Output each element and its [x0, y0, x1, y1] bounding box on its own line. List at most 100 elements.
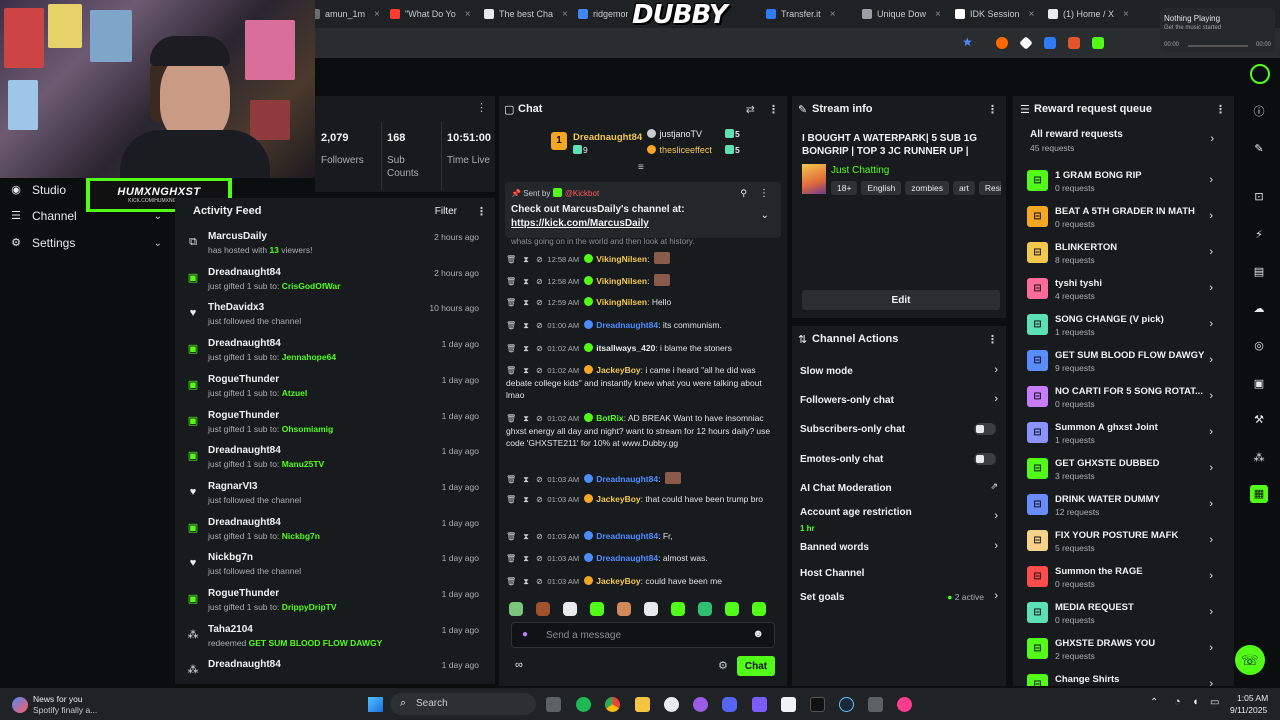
pencil-icon[interactable]: ✎	[1250, 140, 1268, 158]
chat-username[interactable]: VikingNilsen	[596, 254, 647, 264]
delete-message-icon[interactable]: 🗑	[506, 298, 516, 307]
extension-icon[interactable]	[1044, 37, 1056, 49]
emote-icon[interactable]	[536, 602, 550, 616]
chat-popout-icon[interactable]: ⇄	[746, 103, 755, 116]
delete-message-icon[interactable]: 🗑	[506, 255, 516, 264]
delete-message-icon[interactable]: 🗑	[506, 277, 516, 286]
tray-chevron-icon[interactable]: ⌃	[1150, 697, 1158, 708]
chat-message[interactable]: 🗑 ⧗ ⊘ 01:02 AM JackeyBoy: i came i heard…	[506, 364, 776, 401]
activity-feed-item[interactable]: ▣ RogueThunder just gifted 1 sub to: Dri…	[175, 585, 487, 621]
activity-username[interactable]: Taha2104	[208, 624, 253, 635]
close-tab-icon[interactable]: ×	[1029, 9, 1035, 20]
timeout-icon[interactable]: ⧗	[523, 255, 529, 264]
music-widget[interactable]: Nothing Playing Get the music started 00…	[1160, 8, 1275, 52]
browser-tab[interactable]: ridgemont×	[578, 4, 628, 24]
activity-feed-item[interactable]: ♥ TheDavidx3 just followed the channel 1…	[175, 299, 487, 335]
reward-item[interactable]: ⊟ GET SUM BLOOD FLOW DAWGY 9 requests ›	[1013, 345, 1233, 381]
leaderboard-expand-icon[interactable]: ≡	[638, 162, 644, 173]
stream-tag[interactable]: 18+	[831, 181, 858, 195]
channel-action-ai-chat-moderation[interactable]: AI Chat Moderation ⇗	[792, 474, 1006, 502]
edit-stream-info-button[interactable]: Edit	[802, 290, 1000, 310]
ban-icon[interactable]: ⊘	[536, 475, 543, 484]
emote-icon[interactable]	[590, 602, 604, 616]
info-icon[interactable]: ⓘ	[1250, 103, 1268, 121]
music-progress[interactable]	[1188, 45, 1248, 47]
channel-action-emotes-only-chat[interactable]: Emotes-only chat	[792, 445, 1006, 473]
app-icon[interactable]	[752, 697, 767, 712]
chat-message[interactable]: 🗑 ⧗ ⊘ 01:00 AM Dreadnaught84: its commun…	[506, 319, 776, 332]
taskview-icon[interactable]	[546, 697, 561, 712]
chat-username[interactable]: Dreadnaught84	[596, 474, 658, 484]
channel-action-banned-words[interactable]: Banned words ›	[792, 533, 1006, 561]
channel-action-followers-only-chat[interactable]: Followers-only chat ›	[792, 386, 1006, 414]
timeout-icon[interactable]: ⧗	[523, 475, 529, 484]
document-icon[interactable]: ▤	[1250, 263, 1268, 281]
browser-tab[interactable]: amun_1m ×	[310, 4, 380, 24]
reward-item[interactable]: ⊟ Change Shirts ›	[1013, 669, 1233, 686]
reward-item[interactable]: ⊟ NO CARTI FOR 5 SONG ROTAT... 0 request…	[1013, 381, 1233, 417]
channel-action-set-goals[interactable]: Set goals ● 2 active ›	[792, 583, 1006, 611]
delete-message-icon[interactable]: 🗑	[506, 577, 516, 586]
stream-tag[interactable]: English	[861, 181, 902, 195]
stream-tag[interactable]: Resi	[978, 181, 1001, 195]
channel-action-subscribers-only-chat[interactable]: Subscribers-only chat	[792, 415, 1006, 443]
sidebar-item-studio[interactable]: ◉ Studio	[0, 177, 172, 203]
more-icon[interactable]: ⋮	[1215, 103, 1226, 116]
timeout-icon[interactable]: ⧗	[523, 414, 529, 423]
timeout-icon[interactable]: ⧗	[523, 344, 529, 353]
delete-message-icon[interactable]: 🗑	[506, 475, 516, 484]
activity-username[interactable]: Dreadnaught84	[208, 445, 281, 456]
chat-username[interactable]: itsallways_420	[596, 343, 655, 353]
more-icon[interactable]: ⋮	[759, 188, 769, 199]
activity-feed-item[interactable]: ▣ RogueThunder just gifted 1 sub to: Atz…	[175, 371, 487, 407]
ban-icon[interactable]: ⊘	[536, 344, 543, 353]
leader-name[interactable]: Dreadnaught84	[573, 132, 642, 143]
chat-username[interactable]: VikingNilsen	[596, 276, 647, 286]
url-input[interactable]	[310, 32, 990, 54]
broadcast-icon[interactable]: ◎	[1250, 337, 1268, 355]
reward-item[interactable]: ⊟ tyshi tyshi 4 requests ›	[1013, 273, 1233, 309]
ban-icon[interactable]: ⊘	[536, 532, 543, 541]
leader-name[interactable]: thesliceeffect	[647, 145, 712, 155]
chat-message[interactable]: 🗑 ⧗ ⊘ 01:03 AM Dreadnaught84: almost was…	[506, 552, 776, 565]
timeout-icon[interactable]: ⧗	[523, 554, 529, 563]
all-reward-requests[interactable]: All reward requests 45 requests ›	[1013, 126, 1234, 156]
stream-tag[interactable]: zombies	[905, 181, 949, 195]
green-app-icon[interactable]: ▦	[1250, 485, 1268, 503]
rail-top-logo-icon[interactable]	[1250, 64, 1270, 84]
chat-username[interactable]: Dreadnaught84	[596, 553, 658, 563]
activity-username[interactable]: RogueThunder	[208, 410, 279, 421]
close-tab-icon[interactable]: ×	[935, 9, 941, 20]
chat-message[interactable]: 🗑 ⧗ ⊘ 12:58 AM VikingNilsen:	[506, 274, 776, 288]
activity-feed-item[interactable]: ⁂ Taha2104 redeemed GET SUM BLOOD FLOW D…	[175, 621, 487, 657]
timeout-icon[interactable]: ⧗	[523, 495, 529, 504]
app-icon[interactable]	[781, 697, 796, 712]
reward-item[interactable]: ⊟ SONG CHANGE (V pick) 1 requests ›	[1013, 309, 1233, 345]
delete-message-icon[interactable]: 🗑	[506, 532, 516, 541]
ban-icon[interactable]: ⊘	[536, 414, 543, 423]
channel-action-slow-mode[interactable]: Slow mode ›	[792, 357, 1006, 385]
bookmark-star-icon[interactable]: ★	[962, 35, 973, 49]
delete-message-icon[interactable]: 🗑	[506, 366, 516, 375]
unpin-icon[interactable]: ⚲	[740, 188, 747, 199]
browser-tab[interactable]: IDK Session ×	[955, 4, 1041, 24]
activity-feed-item[interactable]: ⁂ Dreadnaught84 1 day ago	[175, 656, 487, 684]
reward-item[interactable]: ⊟ DRINK WATER DUMMY 12 requests ›	[1013, 489, 1233, 525]
activity-username[interactable]: TheDavidx3	[208, 302, 264, 313]
timeout-icon[interactable]: ⧗	[523, 577, 529, 586]
chat-message[interactable]: 🗑 ⧗ ⊘ 01:03 AM Dreadnaught84:	[506, 472, 776, 486]
activity-username[interactable]: RogueThunder	[208, 588, 279, 599]
extension-icon[interactable]	[996, 37, 1008, 49]
close-tab-icon[interactable]: ×	[374, 9, 380, 20]
more-icon[interactable]: ⋮	[987, 333, 998, 346]
chat-username[interactable]: JackeyBoy	[596, 365, 640, 375]
activity-username[interactable]: Dreadnaught84	[208, 338, 281, 349]
close-tab-icon[interactable]: ×	[465, 9, 471, 20]
activity-feed-item[interactable]: ▣ Dreadnaught84 just gifted 1 sub to: Je…	[175, 335, 487, 371]
terminal-icon[interactable]	[810, 697, 825, 712]
delete-message-icon[interactable]: 🗑	[506, 321, 516, 330]
taskbar-search[interactable]: ⌕ Search	[390, 693, 536, 715]
activity-username[interactable]: Dreadnaught84	[208, 267, 281, 278]
windows-start-icon[interactable]	[368, 697, 383, 712]
support-chat-icon[interactable]: ☏	[1235, 645, 1265, 675]
